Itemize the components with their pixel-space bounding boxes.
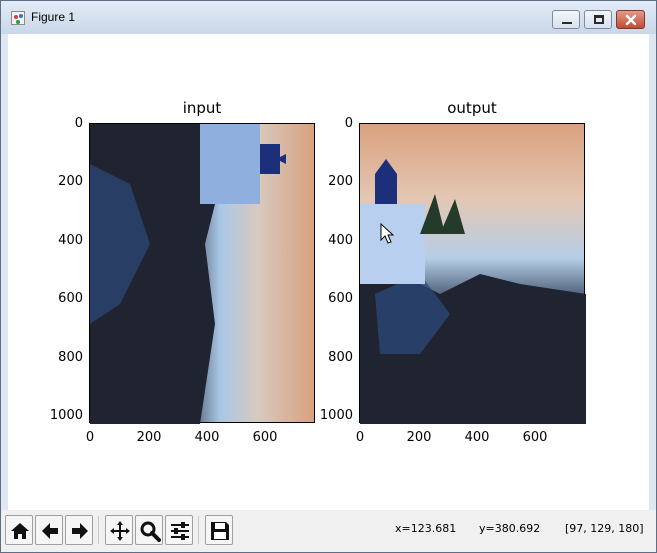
ytick-label: 400 (58, 233, 83, 248)
cursor-x-readout: x=123.681 (395, 522, 457, 535)
close-button[interactable] (616, 10, 645, 29)
pixel-value-readout: [97, 129, 180] (565, 522, 644, 535)
xtick-label: 400 (464, 430, 490, 445)
forward-icon (72, 523, 88, 539)
app-icon (11, 11, 25, 25)
ytick-label: 800 (328, 350, 353, 365)
xtick-label: 0 (85, 430, 95, 445)
zoom-button[interactable] (135, 515, 163, 545)
plot-title-input: input (182, 99, 222, 117)
ytick-label: 600 (328, 291, 353, 306)
ytick-label: 600 (58, 291, 83, 306)
ytick-label: 200 (58, 174, 83, 189)
maximize-button[interactable] (584, 10, 612, 29)
cursor-y-readout: y=380.692 (479, 522, 541, 535)
pan-button[interactable] (105, 515, 133, 545)
xtick-label: 200 (136, 430, 162, 445)
lighthouse-image-output (360, 124, 586, 424)
close-icon (625, 14, 637, 26)
mouse-pointer-icon (380, 223, 395, 244)
lighthouse-image-input (90, 124, 314, 424)
image-axes-output[interactable] (359, 123, 586, 424)
back-button[interactable] (35, 515, 63, 545)
ytick-label: 800 (58, 350, 83, 365)
toolbar-separator (198, 516, 199, 544)
plot-title-output: output (447, 99, 497, 117)
back-icon (42, 523, 58, 539)
forward-button[interactable] (65, 515, 93, 545)
figure-window: Figure 1 input 0 200 400 600 800 1000 0 … (0, 0, 657, 553)
navigation-toolbar: x=123.681 y=380.692 [97, 129, 180] (1, 510, 656, 552)
save-button[interactable] (205, 515, 233, 545)
subplots-button[interactable] (165, 515, 193, 545)
ytick-label: 0 (74, 116, 83, 131)
figure-canvas[interactable]: input 0 200 400 600 800 1000 0 200 400 6… (8, 34, 649, 510)
subplots-icon (171, 522, 189, 540)
pan-icon (110, 521, 130, 541)
xtick-label: 600 (252, 430, 278, 445)
zoom-icon (140, 521, 161, 542)
toolbar-separator (98, 516, 99, 544)
xtick-label: 0 (355, 430, 365, 445)
window-title: Figure 1 (31, 10, 76, 24)
ytick-label: 0 (344, 116, 353, 131)
ytick-label: 200 (328, 174, 353, 189)
minimize-icon (562, 22, 572, 24)
home-button[interactable] (5, 515, 33, 545)
ytick-label: 400 (328, 233, 353, 248)
maximize-icon (594, 15, 604, 24)
image-axes-input[interactable] (89, 123, 315, 424)
save-icon (211, 522, 229, 540)
xtick-label: 600 (522, 430, 548, 445)
xtick-label: 400 (194, 430, 220, 445)
ytick-label: 1000 (49, 408, 83, 423)
minimize-button[interactable] (552, 10, 580, 29)
ytick-label: 1000 (319, 408, 353, 423)
home-icon (11, 523, 29, 539)
xtick-label: 200 (406, 430, 432, 445)
title-bar[interactable]: Figure 1 (1, 1, 656, 34)
